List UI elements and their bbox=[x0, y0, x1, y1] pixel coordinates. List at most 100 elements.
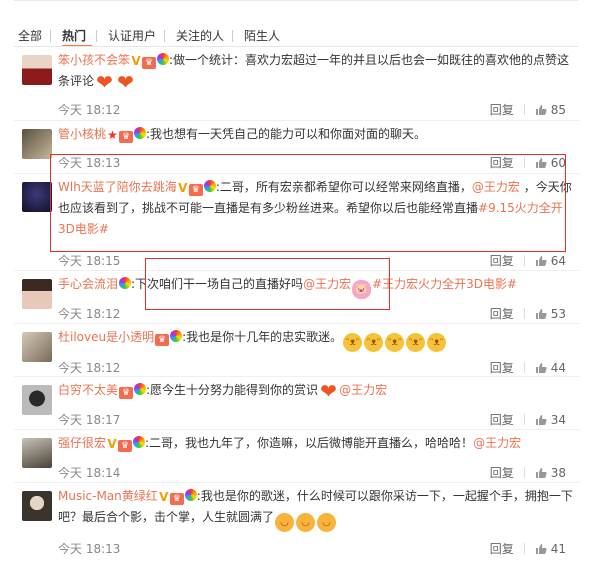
crown-icon[interactable]: ♛ bbox=[119, 131, 134, 143]
comment-filter-tabs: 全部 热门 认证用户 关注的人 陌生人 bbox=[0, 0, 592, 47]
smile-emoticon-icon: ᵔᴥᵔ bbox=[406, 333, 426, 352]
tab-all[interactable]: 全部 bbox=[18, 28, 42, 44]
rainbow-icon[interactable] bbox=[133, 436, 146, 448]
like-count: 85 bbox=[550, 103, 566, 117]
comment-actions: 回复 53 bbox=[490, 305, 566, 322]
tab-separator bbox=[50, 30, 51, 42]
rainbow-icon[interactable] bbox=[119, 277, 132, 289]
blush-emoticon-icon: ◡ bbox=[296, 513, 316, 532]
rainbow-icon[interactable] bbox=[134, 383, 147, 395]
comment-text: 杜iloveu是小透明 ♛:我也是你十几年的忠实歌迷。 ᵔᴥᵔ ᵔᴥᵔ ᵔᴥᵔ ᵔᴥᵔ ᵔᴥ… bbox=[58, 327, 578, 352]
comment-time: 今天 18:15 bbox=[58, 254, 121, 268]
rainbow-icon[interactable] bbox=[170, 330, 183, 342]
reply-button[interactable]: 回复 bbox=[490, 413, 514, 427]
comment-actions: 回复 38 bbox=[490, 464, 566, 481]
like-thumb-icon[interactable] bbox=[535, 467, 547, 478]
comment-item: 杜iloveu是小透明 ♛:我也是你十几年的忠实歌迷。 ᵔᴥᵔ ᵔᴥᵔ ᵔᴥᵔ ᵔᴥᵔ ᵔᴥ… bbox=[14, 324, 580, 377]
comment-time: 今天 18:12 bbox=[58, 307, 121, 321]
action-divider bbox=[523, 308, 525, 319]
reply-button[interactable]: 回复 bbox=[490, 307, 514, 321]
comment-panel: 全部 热门 认证用户 关注的人 陌生人 笨小孩不会笨V ♛:做一个统计：喜欢力宏超… bbox=[0, 0, 592, 564]
comment-text: 强仔很宏V ♛:二哥，我也九年了，你造嘛，以后微博能开直播么，哈哈哈！@王力宏 bbox=[58, 433, 578, 454]
commenter-nickname[interactable]: 白穷不太美 bbox=[58, 383, 118, 397]
comment-actions: 回复 41 bbox=[490, 540, 566, 557]
blush-emoticon-icon: ◡ bbox=[275, 513, 295, 532]
highlight-box bbox=[50, 154, 566, 252]
comment-time: 今天 18:17 bbox=[58, 413, 121, 427]
commenter-nickname[interactable]: 管小核桃 bbox=[58, 127, 106, 141]
comment-actions: 回复 85 bbox=[490, 101, 566, 118]
comment-time: 今天 18:13 bbox=[58, 542, 121, 556]
smile-emoticon-icon: ᵔᴥᵔ bbox=[385, 333, 405, 352]
like-thumb-icon[interactable] bbox=[535, 362, 547, 373]
comment-item: 笨小孩不会笨V ♛:做一个统计：喜欢力宏超过一年的并且以后也会一如既往的喜欢他的点… bbox=[14, 47, 580, 121]
heart-icon: ❤ bbox=[96, 70, 113, 94]
rainbow-icon[interactable] bbox=[184, 489, 197, 501]
commenter-nickname[interactable]: Music-Man黄绿红 bbox=[58, 489, 158, 503]
heart-icon: ❤ bbox=[117, 70, 134, 94]
comment-content: :我也想有一天凭自己的能力可以和你面对面的聊天。 bbox=[146, 127, 427, 141]
like-count: 64 bbox=[550, 254, 566, 268]
tab-separator bbox=[96, 30, 97, 42]
like-thumb-icon[interactable] bbox=[535, 414, 547, 425]
tab-following[interactable]: 关注的人 bbox=[176, 28, 224, 44]
avatar[interactable] bbox=[22, 438, 52, 468]
vip-v-icon[interactable]: V bbox=[107, 438, 117, 450]
comment-text: 管小核桃★ ♛ :我也想有一天凭自己的能力可以和你面对面的聊天。 bbox=[58, 124, 578, 145]
reply-button[interactable]: 回复 bbox=[490, 254, 514, 268]
comment-text: Music-Man黄绿红V ♛:我也是你的歌迷，什么时候可以跟你采访一下，一起握个… bbox=[58, 486, 578, 532]
tab-hot[interactable]: 热门 bbox=[62, 28, 86, 44]
avatar[interactable] bbox=[22, 129, 52, 159]
tab-separator bbox=[232, 30, 233, 42]
commenter-nickname[interactable]: 手心会流泪 bbox=[58, 277, 118, 291]
avatar[interactable] bbox=[22, 491, 52, 521]
reply-button[interactable]: 回复 bbox=[490, 542, 514, 556]
commenter-nickname[interactable]: 笨小孩不会笨 bbox=[58, 53, 130, 67]
tab-verified-users[interactable]: 认证用户 bbox=[108, 28, 156, 44]
avatar[interactable] bbox=[22, 55, 52, 85]
crown-icon[interactable]: ♛ bbox=[118, 440, 133, 452]
avatar[interactable] bbox=[22, 385, 52, 415]
crown-icon[interactable]: ♛ bbox=[155, 334, 170, 346]
like-thumb-icon[interactable] bbox=[535, 255, 547, 266]
commenter-nickname[interactable]: 杜iloveu是小透明 bbox=[58, 330, 154, 344]
like-thumb-icon[interactable] bbox=[535, 308, 547, 319]
reply-button[interactable]: 回复 bbox=[490, 361, 514, 375]
comment-item: Music-Man黄绿红V ♛:我也是你的歌迷，什么时候可以跟你采访一下，一起握个… bbox=[14, 483, 580, 564]
reply-button[interactable]: 回复 bbox=[490, 103, 514, 117]
reply-button[interactable]: 回复 bbox=[490, 466, 514, 480]
like-count: 44 bbox=[550, 361, 566, 375]
comment-text: 笨小孩不会笨V ♛:做一个统计：喜欢力宏超过一年的并且以后也会一如既往的喜欢他的点… bbox=[58, 50, 578, 92]
comment-item: 白穷不太美 ♛:愿今生十分努力能得到你的赏识 ❤ @王力宏 今天 18:17 回复 34 bbox=[14, 377, 580, 430]
vip-v-icon[interactable]: V bbox=[131, 55, 141, 67]
action-divider bbox=[523, 467, 525, 478]
smile-emoticon-icon: ᵔᴥᵔ bbox=[364, 333, 384, 352]
like-count: 38 bbox=[550, 466, 566, 480]
comment-time: 今天 18:12 bbox=[58, 361, 121, 375]
smile-emoticon-icon: ᵔᴥᵔ bbox=[343, 333, 363, 352]
avatar[interactable] bbox=[22, 332, 52, 362]
commenter-nickname[interactable]: 强仔很宏 bbox=[58, 436, 106, 450]
vip-v-icon[interactable]: V bbox=[159, 491, 169, 503]
crown-icon[interactable]: ♛ bbox=[119, 387, 134, 399]
like-thumb-icon[interactable] bbox=[535, 104, 547, 115]
like-thumb-icon[interactable] bbox=[535, 543, 547, 554]
crown-icon[interactable]: ♛ bbox=[142, 57, 157, 69]
comment-actions: 回复 34 bbox=[490, 411, 566, 428]
comment-content: :我也是你十几年的忠实歌迷。 bbox=[182, 330, 343, 344]
hashtag-link[interactable]: #王力宏火力全开3D电影# bbox=[372, 277, 517, 291]
rainbow-icon[interactable] bbox=[134, 127, 147, 139]
tab-strangers[interactable]: 陌生人 bbox=[244, 28, 280, 44]
mention-link[interactable]: @王力宏 bbox=[473, 436, 521, 450]
comment-actions: 回复 44 bbox=[490, 359, 566, 376]
tab-separator bbox=[164, 30, 165, 42]
rainbow-icon[interactable] bbox=[157, 53, 170, 65]
mention-link[interactable]: @王力宏 bbox=[339, 383, 387, 397]
top-divider bbox=[14, 0, 578, 1]
star-icon[interactable]: ★ bbox=[107, 129, 118, 141]
avatar[interactable] bbox=[22, 279, 52, 309]
crown-icon[interactable]: ♛ bbox=[169, 493, 184, 505]
highlight-box bbox=[145, 258, 390, 310]
comment-actions: 回复 64 bbox=[490, 252, 566, 269]
avatar[interactable] bbox=[22, 182, 52, 212]
